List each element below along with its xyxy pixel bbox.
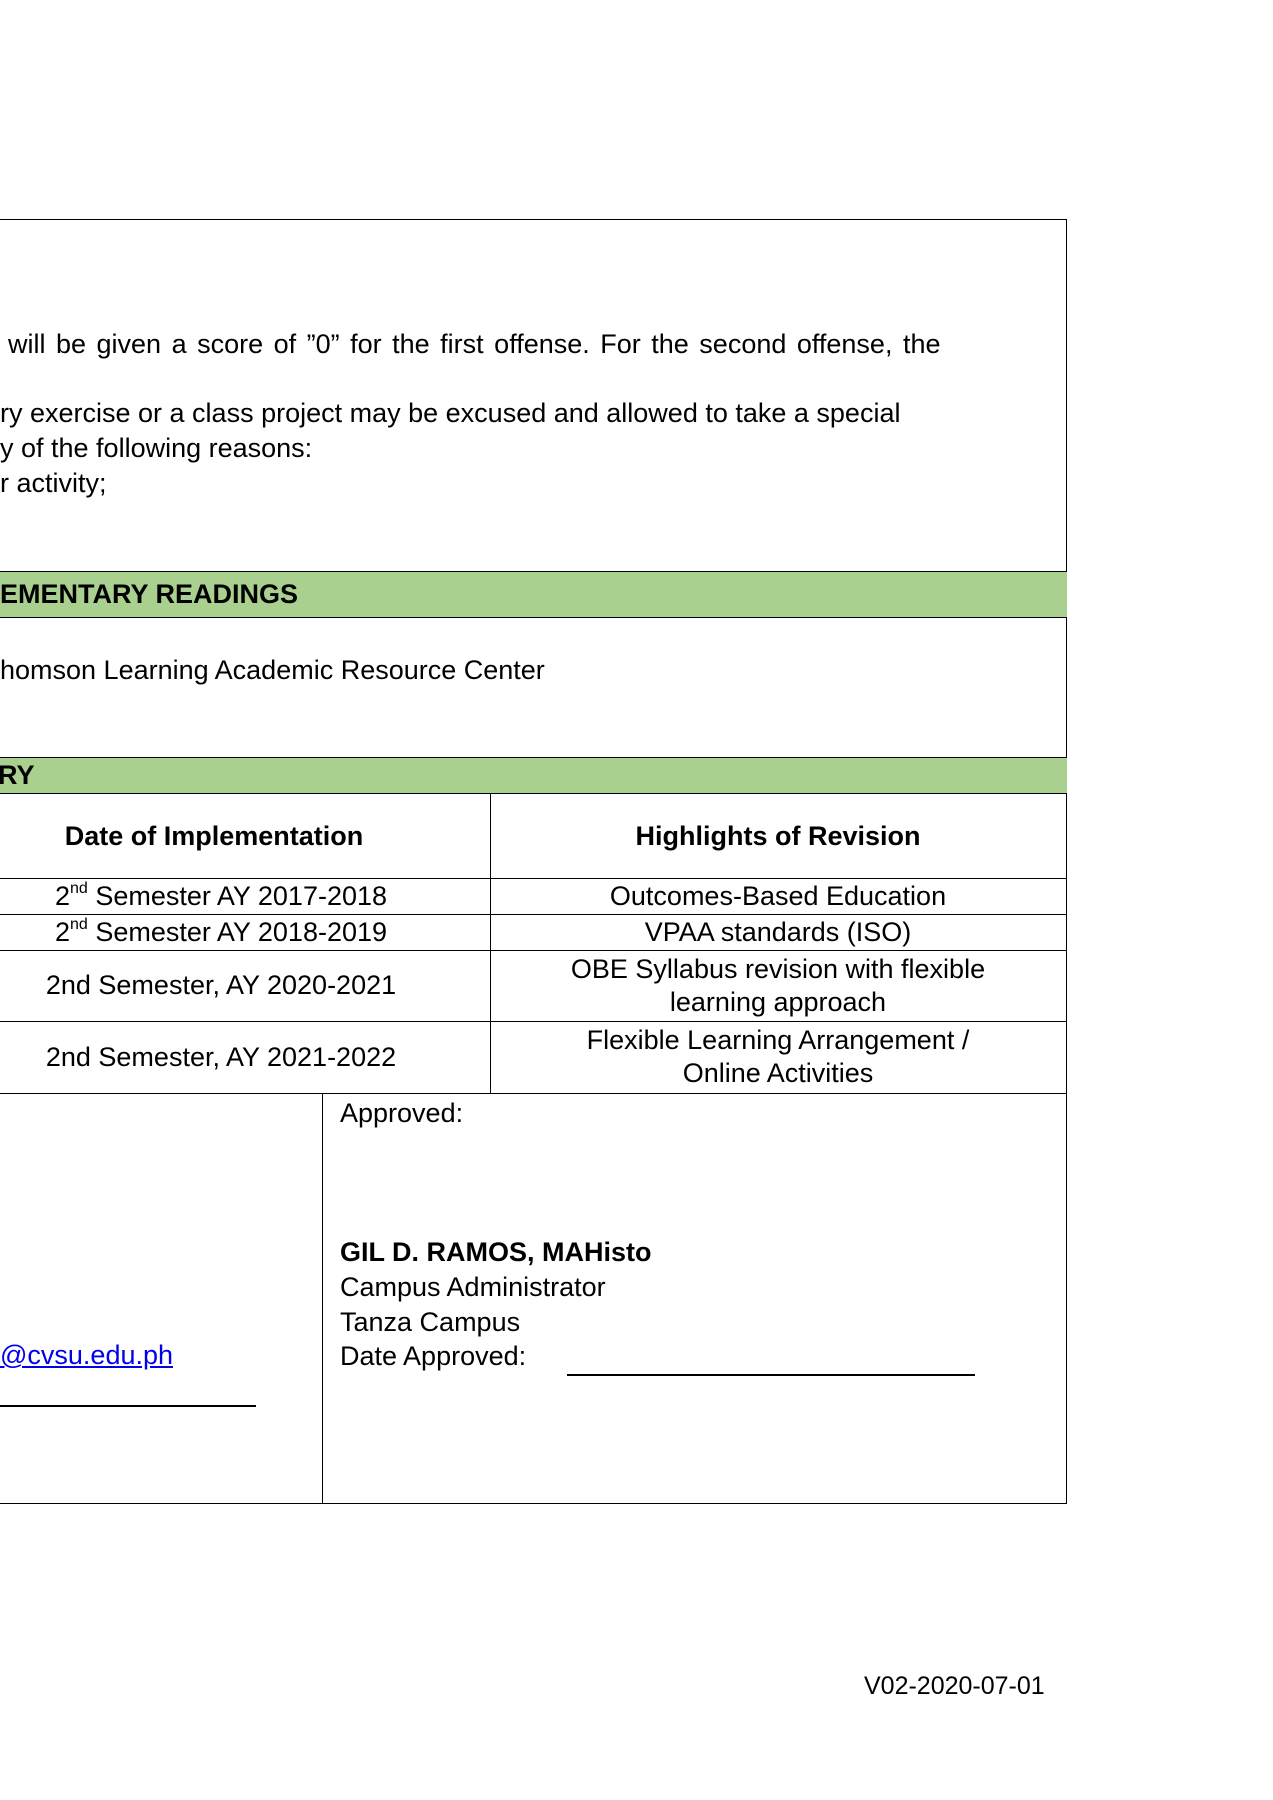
date-text: 2nd Semester AY 2017-2018 [54, 879, 388, 911]
highlights-text: Flexible Learning Arrangement / [586, 1025, 970, 1055]
highlights-text: Outcomes-Based Education [609, 880, 947, 911]
faculty-email-link[interactable]: @cvsu.edu.ph [0, 1339, 173, 1371]
date-approved-line [567, 1374, 975, 1376]
version-code: V02-2020-07-01 [864, 1672, 1045, 1700]
approved-label: Approved: [340, 1098, 464, 1128]
policy-line-2: ry exercise or a class project may be ex… [0, 398, 901, 428]
policy-line-1-text: will be given a score of ”0” for the fir… [8, 329, 941, 359]
column-header-highlights: Highlights of Revision [490, 794, 1066, 878]
approver-name: GIL D. RAMOS, MAHisto [340, 1237, 652, 1267]
signature-divider [322, 1093, 323, 1503]
policy-line-3: y of the following reasons: [0, 433, 313, 463]
date-text: 2nd Semester, AY 2020-2021 [45, 970, 397, 1000]
supplementary-readings-header: EMENTARY READINGS [0, 571, 1067, 618]
date-text: 2nd Semester AY 2018-2019 [54, 915, 388, 947]
highlights-text: Online Activities [682, 1058, 874, 1088]
table-row-highlights: OBE Syllabus revision with flexible lear… [490, 950, 1066, 1021]
supplementary-reading-item: homson Learning Academic Resource Center [0, 655, 545, 685]
date-approved-label: Date Approved: [340, 1341, 527, 1371]
faculty-email-text[interactable]: @cvsu.edu.ph [0, 1340, 173, 1370]
approver-campus: Tanza Campus [340, 1307, 521, 1337]
table-row-date: 2nd Semester AY 2017-2018 [0, 878, 442, 914]
table-row-date: 2nd Semester, AY 2021-2022 [0, 1021, 442, 1093]
table-row-highlights: Outcomes-Based Education [490, 878, 1066, 914]
policy-line-1: will be given a score of ”0” for the fir… [8, 328, 1048, 360]
table-row-date: 2nd Semester AY 2018-2019 [0, 914, 442, 950]
table-row-highlights: VPAA standards (ISO) [490, 914, 1066, 950]
revision-history-header: RY [0, 757, 1067, 794]
highlights-text: learning approach [669, 986, 887, 1017]
highlights-text: OBE Syllabus revision with flexible [570, 953, 986, 984]
table-rule [0, 1093, 1067, 1094]
highlights-text: VPAA standards (ISO) [644, 916, 912, 947]
table-row-date: 2nd Semester, AY 2020-2021 [0, 950, 442, 1021]
revision-history-title: RY [0, 760, 35, 790]
policy-line-4: r activity; [0, 468, 107, 498]
supplementary-readings-title: EMENTARY READINGS [0, 579, 299, 609]
date-text: 2nd Semester, AY 2021-2022 [45, 1041, 397, 1072]
approver-title: Campus Administrator [340, 1272, 606, 1302]
table-row-highlights: Flexible Learning Arrangement / Online A… [490, 1021, 1066, 1093]
column-header-highlights-text: Highlights of Revision [635, 820, 921, 851]
faculty-signature-line [0, 1405, 256, 1407]
column-header-date-text: Date of Implementation [64, 820, 364, 851]
column-header-date: Date of Implementation [0, 794, 428, 878]
